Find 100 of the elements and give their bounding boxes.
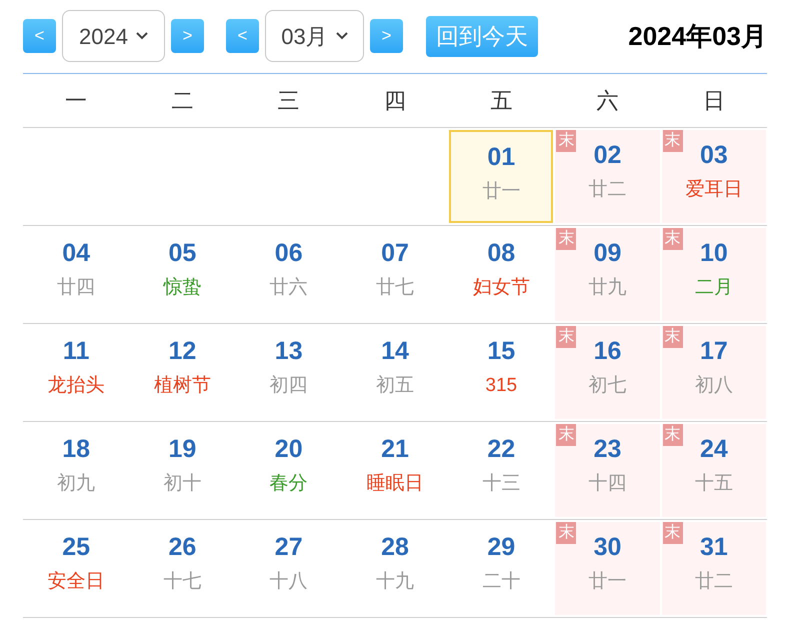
lunar-date: 睡眠日 xyxy=(366,472,424,496)
lunar-date: 初四 xyxy=(270,374,308,398)
day-cell[interactable]: 末 03 爱耳日 xyxy=(662,130,766,223)
day-cell[interactable]: 28 十九 xyxy=(342,522,448,615)
day-number: 26 xyxy=(168,532,196,562)
day-cell[interactable]: 末 16 初七 xyxy=(555,326,660,419)
day-cell[interactable]: 末 31 廿二 xyxy=(662,522,766,615)
day-cell[interactable]: 11 龙抬头 xyxy=(24,326,128,419)
day-cell[interactable]: 27 十八 xyxy=(236,522,341,615)
weekend-badge: 末 xyxy=(556,522,576,544)
lunar-date: 廿六 xyxy=(270,276,308,300)
weekday-label: 一 xyxy=(65,87,88,115)
day-cell[interactable]: 05 惊蛰 xyxy=(130,228,235,321)
lunar-date: 廿二 xyxy=(588,178,627,202)
lunar-date: 妇女节 xyxy=(472,276,530,300)
day-number: 22 xyxy=(487,434,516,464)
day-number: 20 xyxy=(274,434,303,464)
lunar-date: 初九 xyxy=(57,472,96,496)
lunar-date: 十三 xyxy=(482,472,520,496)
day-cell[interactable]: 06 廿六 xyxy=(236,228,341,321)
lunar-date: 十四 xyxy=(588,472,627,496)
weekend-badge: 末 xyxy=(556,424,576,446)
day-number: 14 xyxy=(381,336,409,366)
day-cell[interactable]: 末 30 廿一 xyxy=(555,522,660,615)
day-number: 04 xyxy=(62,238,90,268)
day-cell[interactable]: 末 23 十四 xyxy=(555,424,660,517)
lunar-date: 廿七 xyxy=(376,276,414,300)
day-cell[interactable]: 26 十七 xyxy=(130,522,235,615)
day-number: 27 xyxy=(274,532,303,562)
weekend-badge: 末 xyxy=(662,228,683,250)
day-cell[interactable]: 19 初十 xyxy=(130,424,235,517)
lunar-date: 爱耳日 xyxy=(685,178,742,202)
day-cell[interactable]: 14 初五 xyxy=(342,326,448,419)
day-cell[interactable]: 29 二十 xyxy=(449,522,554,615)
lunar-date: 十九 xyxy=(376,570,414,594)
day-number: 19 xyxy=(168,434,196,464)
day-number: 05 xyxy=(168,238,196,268)
day-number: 25 xyxy=(62,532,90,562)
day-number: 23 xyxy=(594,434,622,464)
day-number: 12 xyxy=(168,336,196,366)
day-cell[interactable]: 18 初九 xyxy=(24,424,128,517)
day-number: 29 xyxy=(487,532,516,562)
day-cell[interactable]: 25 安全日 xyxy=(24,522,128,615)
lunar-date: 廿四 xyxy=(57,276,96,300)
day-number: 03 xyxy=(700,140,728,170)
day-number: 07 xyxy=(381,238,409,268)
day-number: 13 xyxy=(274,336,303,366)
weekend-badge: 末 xyxy=(556,228,576,250)
day-cell[interactable]: 01 廿一 xyxy=(449,130,554,223)
lunar-date: 龙抬头 xyxy=(48,374,105,398)
lunar-date: 二月 xyxy=(694,276,733,300)
day-cell[interactable]: 21 睡眠日 xyxy=(342,424,448,517)
lunar-date: 十五 xyxy=(694,472,733,496)
lunar-date: 惊蛰 xyxy=(163,276,202,300)
day-number: 10 xyxy=(700,238,728,268)
weekday-label: 三 xyxy=(278,87,300,115)
lunar-date: 初五 xyxy=(376,374,414,398)
day-cell[interactable]: 15 315 xyxy=(449,326,554,419)
day-number: 01 xyxy=(487,142,516,172)
dropdown[interactable]: 2024 xyxy=(62,10,165,62)
day-number: 18 xyxy=(62,434,90,464)
day-cell[interactable]: 22 十三 xyxy=(449,424,554,517)
day-number: 17 xyxy=(700,336,728,366)
day-cell[interactable]: 07 廿七 xyxy=(342,228,448,321)
lunar-date: 初十 xyxy=(163,472,202,496)
lunar-date: 廿一 xyxy=(482,180,520,204)
weekend-badge: 末 xyxy=(662,130,683,152)
day-cell[interactable]: 08 妇女节 xyxy=(449,228,554,321)
day-number: 15 xyxy=(487,336,516,366)
day-cell[interactable]: 末 09 廿九 xyxy=(555,228,660,321)
weekend-badge: 末 xyxy=(556,326,576,348)
day-number: 28 xyxy=(381,532,409,562)
day-cell[interactable]: 末 10 二月 xyxy=(662,228,766,321)
lunar-date: 十七 xyxy=(163,570,202,594)
month-title: 2024年03月 xyxy=(628,20,767,52)
lunar-date: 廿二 xyxy=(694,570,733,594)
day-cell[interactable]: 末 02 廿二 xyxy=(555,130,660,223)
day-number: 31 xyxy=(700,532,728,562)
lunar-date: 315 xyxy=(485,374,518,398)
weekend-badge: 末 xyxy=(662,424,683,446)
day-number: 09 xyxy=(594,238,622,268)
dropdown[interactable]: 03月 xyxy=(265,10,364,62)
day-cell[interactable]: 20 春分 xyxy=(236,424,341,517)
weekday-label: 五 xyxy=(490,87,512,115)
day-cell[interactable]: 04 廿四 xyxy=(24,228,128,321)
day-cell[interactable]: 末 17 初八 xyxy=(662,326,766,419)
day-number: 02 xyxy=(594,140,622,170)
weekday-label: 二 xyxy=(171,87,194,115)
weekend-badge: 末 xyxy=(662,326,683,348)
day-cell[interactable]: 13 初四 xyxy=(236,326,341,419)
lunar-date: 初七 xyxy=(588,374,627,398)
lunar-date: 植树节 xyxy=(154,374,211,398)
weekend-badge: 末 xyxy=(556,130,576,152)
day-number: 11 xyxy=(62,336,90,366)
weekday-label: 四 xyxy=(384,87,406,115)
day-number: 21 xyxy=(381,434,409,464)
day-cell[interactable]: 末 24 十五 xyxy=(662,424,766,517)
day-cell[interactable]: 12 植树节 xyxy=(130,326,235,419)
chevron-down-icon xyxy=(336,32,348,40)
lunar-date: 二十 xyxy=(482,570,520,594)
